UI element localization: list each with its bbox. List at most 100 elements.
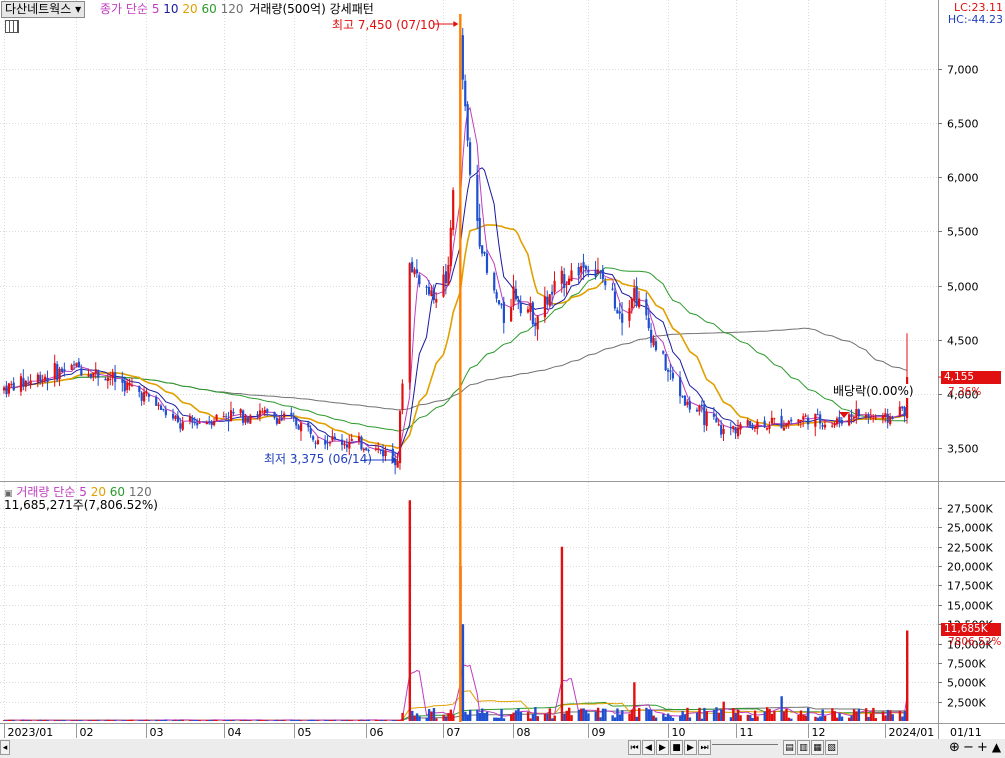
volume-bar: [497, 717, 501, 721]
candle-body: [246, 417, 250, 423]
view-toggle-3-icon[interactable]: ▦: [811, 740, 824, 755]
volume-bar: [628, 713, 631, 721]
next-icon[interactable]: ▶: [656, 740, 669, 755]
stop-icon[interactable]: ■: [670, 740, 683, 755]
volume-bar: [637, 707, 641, 721]
view-toggle-2-icon[interactable]: ▥: [797, 740, 810, 755]
volume-bar: [232, 720, 235, 721]
volume-bar: [580, 708, 583, 721]
candle-body: [898, 406, 901, 416]
volume-bar: [324, 719, 327, 721]
candle-body: [143, 392, 146, 402]
volume-bar: [188, 720, 192, 721]
candle-body: [19, 376, 23, 392]
volume-bar: [838, 713, 841, 721]
volume-bar: [442, 714, 445, 721]
candle-body: [468, 142, 472, 175]
scroll-left-icon[interactable]: ◂: [0, 740, 10, 755]
volume-bar: [145, 719, 148, 721]
volume-bar: [584, 710, 588, 721]
candle-body: [147, 394, 151, 397]
candle-body: [140, 392, 143, 401]
volume-bar: [94, 720, 98, 721]
candle-body: [449, 227, 452, 266]
volume-bar: [427, 709, 431, 721]
candle-body: [628, 308, 631, 321]
volume-bar: [889, 710, 892, 721]
zoom-minus-icon[interactable]: −: [962, 740, 975, 755]
volume-bar: [398, 720, 402, 721]
price-tick-label: 6,000: [947, 172, 979, 185]
zoom-plus-icon[interactable]: +: [976, 740, 989, 755]
stock-chart[interactable]: 3,5004,0004,5005,0005,5006,0006,5007,000…: [0, 0, 1005, 758]
volume-bar: [92, 719, 95, 721]
stock-name-tab[interactable]: 다산네트웍스 ▾: [1, 1, 86, 18]
candle-body: [785, 423, 788, 427]
volume-bar: [290, 719, 293, 721]
candle-body: [746, 420, 749, 426]
candle-body: [650, 329, 653, 343]
candle-body: [452, 190, 455, 230]
candle-body: [582, 262, 585, 268]
candle-body: [712, 414, 716, 417]
volume-tick-label: 22,500K: [947, 542, 993, 555]
volume-bar: [679, 715, 682, 721]
candle-body: [466, 104, 469, 141]
volume-bar: [485, 711, 489, 721]
volume-bar: [534, 707, 537, 721]
candle-body: [869, 416, 872, 418]
volume-bar: [27, 720, 30, 721]
candle-body: [109, 378, 112, 380]
candle-body: [360, 436, 363, 450]
candle-body: [362, 448, 365, 451]
prev-icon[interactable]: ◀: [642, 740, 655, 755]
volume-bar: [797, 715, 800, 721]
volume-bar: [698, 707, 701, 721]
play-icon[interactable]: ▶: [684, 740, 697, 755]
volume-bar: [565, 710, 568, 721]
scroll-up-icon[interactable]: ▲: [990, 740, 1003, 755]
candle-body: [73, 364, 76, 366]
candle-body: [193, 422, 196, 424]
view-toggle-4-icon[interactable]: ▧: [825, 740, 838, 755]
grid-toggle-icon[interactable]: [5, 20, 19, 33]
candle-body: [833, 423, 836, 426]
zoom-slider[interactable]: [712, 744, 778, 751]
volume-bar: [763, 711, 766, 721]
candle-body: [435, 298, 438, 303]
volume-bar: [246, 719, 250, 721]
volume-bar: [867, 716, 870, 721]
candle-body: [10, 384, 13, 386]
last-page-icon[interactable]: ⏭: [698, 740, 711, 755]
candle-body: [717, 424, 720, 426]
volume-bar: [435, 718, 438, 721]
candle-body: [613, 291, 617, 309]
candle-body: [70, 365, 73, 370]
volume-bar: [415, 713, 419, 721]
first-page-icon[interactable]: ⏮: [628, 740, 641, 755]
candle-body: [580, 266, 583, 273]
candle-body: [239, 409, 242, 414]
volume-bar: [299, 720, 303, 721]
candle-body: [874, 417, 877, 419]
volume-bar: [242, 720, 245, 721]
volume-bar: [239, 720, 243, 721]
zoom-in-icon[interactable]: ⊕: [948, 740, 961, 755]
candle-body: [244, 416, 247, 423]
candle-body: [130, 385, 134, 387]
volume-bar: [705, 711, 709, 721]
candle-body: [365, 448, 368, 451]
candle-body: [517, 300, 520, 302]
volume-bar: [722, 701, 725, 721]
volume-bar: [553, 715, 556, 721]
candle-body: [179, 423, 182, 429]
volume-bar: [75, 720, 78, 721]
candle-body: [56, 364, 59, 381]
volume-bar: [613, 717, 617, 721]
volume-bar: [502, 718, 506, 721]
view-toggle-icon[interactable]: ▤: [783, 740, 796, 755]
candle-body: [222, 416, 225, 418]
candle-body: [681, 396, 684, 398]
candle-body: [662, 351, 665, 354]
volume-bar: [645, 707, 648, 721]
